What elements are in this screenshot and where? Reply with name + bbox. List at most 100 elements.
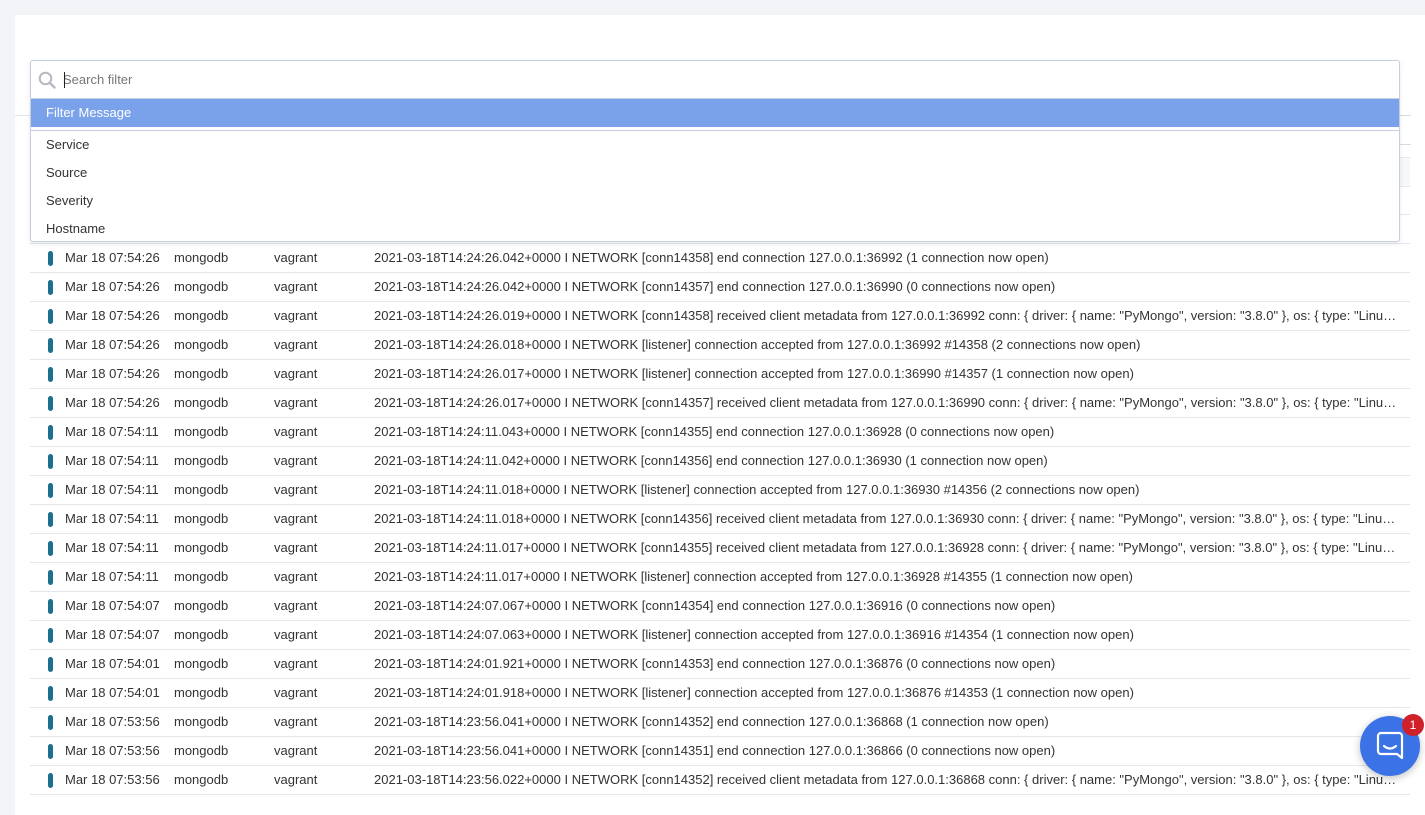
table-row[interactable]: Mar 18 07:54:11 mongodb vagrant 2021-03-18T…: [30, 563, 1410, 592]
severity-indicator: [48, 686, 53, 701]
log-message: 2021-03-18T14:24:26.017+0000 I NETWORK […: [374, 366, 1134, 381]
log-message: 2021-03-18T14:24:11.042+0000 I NETWORK […: [374, 453, 1048, 468]
log-time: Mar 18 07:53:56: [65, 743, 160, 758]
filter-option-hostname[interactable]: Hostname: [31, 215, 1399, 243]
filter-option-severity[interactable]: Severity: [31, 187, 1399, 215]
log-source: vagrant: [274, 685, 318, 700]
log-service: mongodb: [174, 540, 229, 555]
severity-indicator: [48, 657, 53, 672]
table-row[interactable]: Mar 18 07:54:26 mongodb vagrant 2021-03-18T…: [30, 389, 1410, 418]
table-row[interactable]: Mar 18 07:54:26 mongodb vagrant 2021-03-18T…: [30, 360, 1410, 389]
table-row[interactable]: Mar 18 07:54:26 mongodb vagrant 2021-03-18T…: [30, 331, 1410, 360]
log-time: Mar 18 07:54:07: [65, 627, 160, 642]
log-message: 2021-03-18T14:24:11.017+0000 I NETWORK […: [374, 540, 1399, 555]
table-row[interactable]: Mar 18 07:54:11 mongodb vagrant 2021-03-18T…: [30, 534, 1410, 563]
table-row[interactable]: Mar 18 07:54:11 mongodb vagrant 2021-03-18T…: [30, 418, 1410, 447]
table-row[interactable]: Mar 18 07:53:56 mongodb vagrant 2021-03-18T…: [30, 737, 1410, 766]
filter-option-filter-message[interactable]: Filter Message: [31, 99, 1399, 127]
log-time: Mar 18 07:54:26: [65, 250, 160, 265]
log-service: mongodb: [174, 395, 229, 410]
log-service: mongodb: [174, 453, 229, 468]
table-row[interactable]: Mar 18 07:54:11 mongodb vagrant 2021-03-18T…: [30, 476, 1410, 505]
table-row[interactable]: Mar 18 07:54:07 mongodb vagrant 2021-03-18T…: [30, 621, 1410, 650]
log-service: mongodb: [174, 250, 229, 265]
log-time: Mar 18 07:54:11: [65, 569, 159, 584]
severity-indicator: [48, 628, 53, 643]
log-service: mongodb: [174, 366, 229, 381]
log-time: Mar 18 07:53:56: [65, 772, 160, 787]
table-row[interactable]: Mar 18 07:54:26 mongodb vagrant 2021-03-18T…: [30, 273, 1410, 302]
severity-indicator: [48, 599, 53, 614]
log-message: 2021-03-18T14:23:56.041+0000 I NETWORK […: [374, 714, 1049, 729]
log-source: vagrant: [274, 714, 318, 729]
log-time: Mar 18 07:54:11: [65, 453, 159, 468]
log-time: Mar 18 07:54:11: [65, 511, 159, 526]
severity-indicator: [48, 425, 53, 440]
log-source: vagrant: [274, 395, 318, 410]
log-time: Mar 18 07:54:01: [65, 685, 160, 700]
log-source: vagrant: [274, 627, 318, 642]
log-message: 2021-03-18T14:24:07.067+0000 I NETWORK […: [374, 598, 1056, 613]
log-service: mongodb: [174, 569, 229, 584]
log-service: mongodb: [174, 424, 229, 439]
log-service: mongodb: [174, 714, 229, 729]
log-source: vagrant: [274, 337, 318, 352]
log-service: mongodb: [174, 337, 229, 352]
table-row[interactable]: Mar 18 07:54:01 mongodb vagrant 2021-03-18T…: [30, 650, 1410, 679]
log-source: vagrant: [274, 424, 318, 439]
log-service: mongodb: [174, 308, 229, 323]
log-time: Mar 18 07:54:11: [65, 540, 159, 555]
table-row[interactable]: Mar 18 07:54:01 mongodb vagrant 2021-03-18T…: [30, 679, 1410, 708]
notification-badge: 1: [1402, 714, 1424, 736]
log-service: mongodb: [174, 279, 229, 294]
table-row[interactable]: Mar 18 07:54:26 mongodb vagrant 2021-03-18T…: [30, 243, 1410, 273]
table-row[interactable]: Mar 18 07:53:56 mongodb vagrant 2021-03-18T…: [30, 708, 1410, 737]
log-source: vagrant: [274, 743, 318, 758]
log-source: vagrant: [274, 308, 318, 323]
log-message: 2021-03-18T14:24:11.018+0000 I NETWORK […: [374, 482, 1140, 497]
log-table: Mar 18 07:54:26 mongodb vagrant 2021-03-18T…: [30, 243, 1410, 795]
log-time: Mar 18 07:54:01: [65, 656, 160, 671]
filter-options: Filter Message Service Source Severity Hostn…: [31, 99, 1399, 243]
severity-indicator: [48, 280, 53, 295]
log-time: Mar 18 07:54:26: [65, 337, 160, 352]
table-row[interactable]: Mar 18 07:54:11 mongodb vagrant 2021-03-18T…: [30, 447, 1410, 476]
severity-indicator: [48, 367, 53, 382]
log-message: 2021-03-18T14:24:26.018+0000 I NETWORK […: [374, 337, 1141, 352]
table-row[interactable]: Mar 18 07:54:26 mongodb vagrant 2021-03-18T…: [30, 302, 1410, 331]
table-row[interactable]: Mar 18 07:54:11 mongodb vagrant 2021-03-18T…: [30, 505, 1410, 534]
severity-indicator: [48, 454, 53, 469]
log-message: 2021-03-18T14:24:11.017+0000 I NETWORK […: [374, 569, 1133, 584]
log-service: mongodb: [174, 772, 229, 787]
log-message: 2021-03-18T14:24:07.063+0000 I NETWORK […: [374, 627, 1134, 642]
severity-indicator: [48, 512, 53, 527]
log-service: mongodb: [174, 598, 229, 613]
log-message: 2021-03-18T14:24:01.921+0000 I NETWORK […: [374, 656, 1056, 671]
log-message: 2021-03-18T14:24:26.042+0000 I NETWORK […: [374, 279, 1056, 294]
log-source: vagrant: [274, 482, 318, 497]
log-time: Mar 18 07:54:26: [65, 366, 160, 381]
log-message: 2021-03-18T14:23:56.041+0000 I NETWORK […: [374, 743, 1056, 758]
log-service: mongodb: [174, 656, 229, 671]
severity-indicator: [48, 309, 53, 324]
filter-option-source[interactable]: Source: [31, 159, 1399, 187]
log-time: Mar 18 07:54:26: [65, 308, 160, 323]
severity-indicator: [48, 338, 53, 353]
log-message: 2021-03-18T14:24:01.918+0000 I NETWORK […: [374, 685, 1134, 700]
table-row[interactable]: Mar 18 07:54:07 mongodb vagrant 2021-03-18T…: [30, 592, 1410, 621]
severity-indicator: [48, 483, 53, 498]
table-row[interactable]: Mar 18 07:53:56 mongodb vagrant 2021-03-18T…: [30, 766, 1410, 795]
log-service: mongodb: [174, 627, 229, 642]
log-time: Mar 18 07:53:56: [65, 714, 160, 729]
log-time: Mar 18 07:54:26: [65, 279, 160, 294]
log-source: vagrant: [274, 511, 318, 526]
severity-indicator: [48, 773, 53, 788]
log-time: Mar 18 07:54:26: [65, 395, 160, 410]
log-service: mongodb: [174, 743, 229, 758]
log-source: vagrant: [274, 540, 318, 555]
log-service: mongodb: [174, 685, 229, 700]
filter-search-input[interactable]: [63, 67, 1383, 91]
log-source: vagrant: [274, 250, 318, 265]
filter-option-service[interactable]: Service: [31, 131, 1399, 159]
severity-indicator: [48, 744, 53, 759]
